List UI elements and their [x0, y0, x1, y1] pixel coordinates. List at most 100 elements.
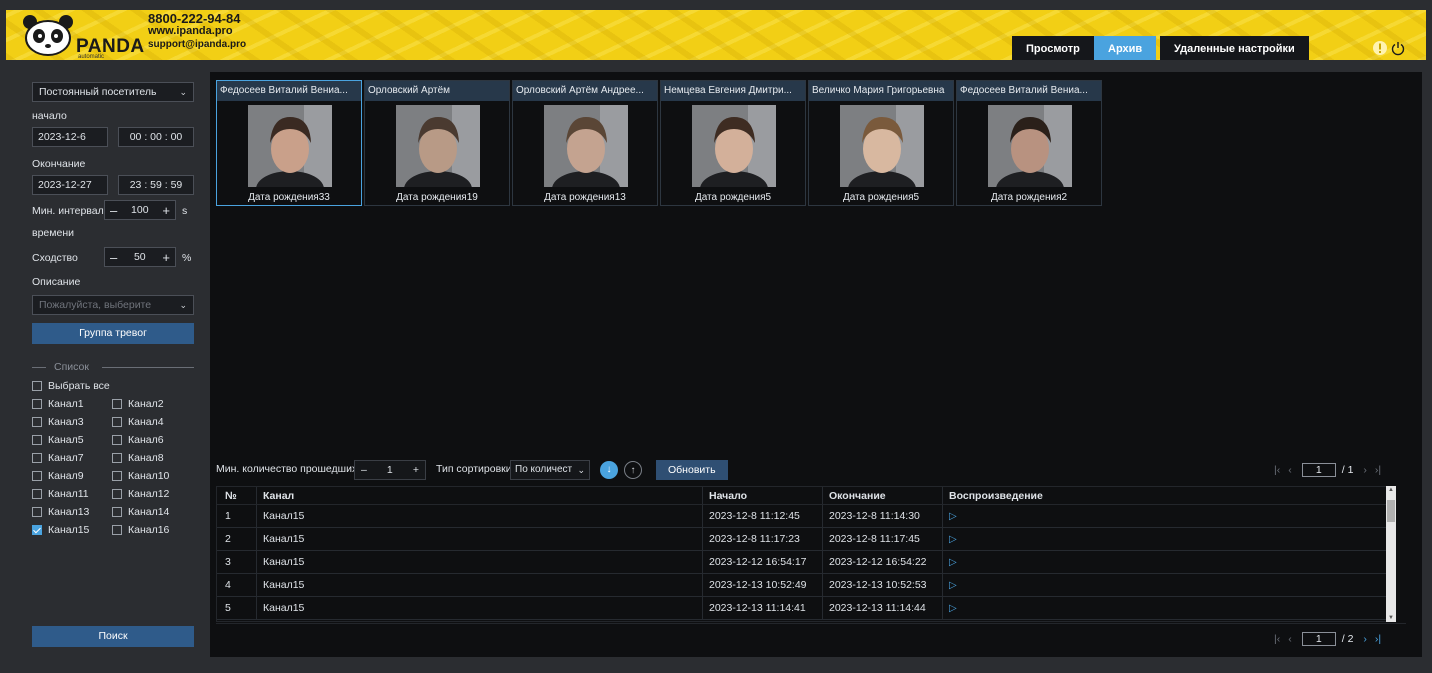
support-email[interactable]: support@ipanda.pro	[148, 38, 246, 51]
channel-checkbox[interactable]: Канал6	[112, 434, 164, 446]
increment-button[interactable]: +	[413, 464, 419, 476]
checkbox-box[interactable]	[32, 399, 42, 409]
checkbox-box[interactable]	[32, 489, 42, 499]
channel-checkbox[interactable]: Канал10	[112, 470, 169, 482]
refresh-button[interactable]: Обновить	[656, 460, 728, 480]
face-card[interactable]: Федосеев Виталий Вениа... Дата рождения2	[956, 80, 1102, 206]
face-card[interactable]: Орловский Артём Дата рождения19	[364, 80, 510, 206]
channel-checkbox[interactable]: Канал3	[32, 416, 84, 428]
table-row[interactable]: 2 Канал15 2023-12-8 11:17:23 2023-12-8 11:1…	[217, 528, 1387, 551]
play-icon[interactable]: ▷	[949, 557, 957, 568]
start-date-field[interactable]: 2023-12-6	[32, 127, 108, 147]
last-page-icon[interactable]: ›|	[1375, 464, 1381, 476]
increment-button[interactable]: +	[162, 250, 170, 265]
face-card[interactable]: Орловский Артём Андрее... Дата рождения13	[512, 80, 658, 206]
checkbox-box[interactable]	[112, 489, 122, 499]
visitor-type-select[interactable]: Постоянный посетитель ⌄	[32, 82, 194, 102]
description-select[interactable]: Пожалуйста, выберите ⌄	[32, 295, 194, 315]
table-row[interactable]: 3 Канал15 2023-12-12 16:54:17 2023-12-12 16…	[217, 551, 1387, 574]
channel-checkbox[interactable]: Канал7	[32, 452, 84, 464]
channel-checkbox[interactable]: Канал15	[32, 524, 89, 536]
channel-checkbox[interactable]: Канал5	[32, 434, 84, 446]
prev-page-icon[interactable]: ‹	[1288, 633, 1292, 645]
checkbox-box[interactable]	[32, 435, 42, 445]
scroll-up-icon[interactable]: ▲	[1386, 487, 1396, 493]
similarity-stepper[interactable]: – 50 +	[104, 247, 176, 267]
next-page-icon[interactable]: ›	[1363, 633, 1367, 645]
channel-checkbox[interactable]: Канал4	[112, 416, 164, 428]
website-link[interactable]: www.ipanda.pro	[148, 25, 246, 38]
channel-checkbox[interactable]: Канал16	[112, 524, 169, 536]
checkbox-box[interactable]	[112, 525, 122, 535]
checkbox-box[interactable]	[112, 507, 122, 517]
min-interval-value: 100	[131, 204, 149, 216]
channel-checkbox[interactable]: Канал13	[32, 506, 89, 518]
end-time-field[interactable]: 23 : 59 : 59	[118, 175, 194, 195]
select-all-checkbox[interactable]: Выбрать все	[32, 380, 110, 392]
power-icon[interactable]	[1390, 40, 1406, 56]
alarm-group-button[interactable]: Группа тревог	[32, 323, 194, 344]
table-scrollbar[interactable]: ▲ ▼	[1386, 486, 1396, 622]
table-row[interactable]: 4 Канал15 2023-12-13 10:52:49 2023-12-13 10…	[217, 574, 1387, 597]
checkbox-box[interactable]	[32, 381, 42, 391]
channel-checkbox[interactable]: Канал8	[112, 452, 164, 464]
checkbox-box[interactable]	[32, 507, 42, 517]
last-page-icon[interactable]: ›|	[1375, 633, 1381, 645]
sort-type-select[interactable]: По количест ⌄	[510, 460, 590, 480]
decrement-button[interactable]: –	[110, 203, 117, 218]
next-page-icon[interactable]: ›	[1363, 464, 1367, 476]
min-count-value: 1	[386, 464, 393, 476]
info-icon[interactable]	[1372, 40, 1388, 56]
checkbox-box[interactable]	[32, 525, 42, 535]
search-button[interactable]: Поиск	[32, 626, 194, 647]
channel-checkbox[interactable]: Канал9	[32, 470, 84, 482]
checkbox-box[interactable]	[112, 399, 122, 409]
page-input[interactable]: 1	[1301, 632, 1336, 646]
row-end: 2023-12-8 11:14:30	[823, 505, 943, 527]
list-divider: Список	[32, 361, 194, 373]
table-header: № Канал Начало Окончание Воспроизведение	[217, 487, 1387, 505]
face-card-name: Немцева Евгения Дмитри...	[661, 81, 805, 101]
checkbox-box[interactable]	[112, 471, 122, 481]
tab-view[interactable]: Просмотр	[1012, 36, 1094, 60]
end-date-field[interactable]: 2023-12-27	[32, 175, 108, 195]
checkbox-box[interactable]	[112, 435, 122, 445]
channel-checkbox[interactable]: Канал11	[32, 488, 89, 500]
checkbox-box[interactable]	[112, 453, 122, 463]
checkbox-box[interactable]	[32, 417, 42, 427]
min-count-stepper[interactable]: – 1 +	[354, 460, 426, 480]
table-row[interactable]: 5 Канал15 2023-12-13 11:14:41 2023-12-13 11…	[217, 597, 1387, 620]
scrollbar-thumb[interactable]	[1387, 500, 1395, 522]
increment-button[interactable]: +	[162, 203, 170, 218]
sort-ascending-icon[interactable]: ↑	[624, 461, 642, 479]
table-row[interactable]: 1 Канал15 2023-12-8 11:12:45 2023-12-8 11:1…	[217, 505, 1387, 528]
face-card[interactable]: Федосеев Виталий Вениа... Дата рождения33	[216, 80, 362, 206]
channel-label: Канал14	[128, 506, 170, 518]
prev-page-icon[interactable]: ‹	[1288, 464, 1292, 476]
checkbox-box[interactable]	[32, 453, 42, 463]
page-input[interactable]: 1	[1301, 463, 1336, 477]
play-icon[interactable]: ▷	[949, 511, 957, 522]
min-interval-stepper[interactable]: – 100 +	[104, 200, 176, 220]
face-card[interactable]: Величко Мария Григорьевна Дата рождения5	[808, 80, 954, 206]
checkbox-box[interactable]	[112, 417, 122, 427]
channel-checkbox[interactable]: Канал12	[112, 488, 169, 500]
sort-descending-icon[interactable]: ↓	[600, 461, 618, 479]
start-time-field[interactable]: 00 : 00 : 00	[118, 127, 194, 147]
scroll-down-icon[interactable]: ▼	[1386, 615, 1396, 621]
face-card[interactable]: Немцева Евгения Дмитри... Дата рождения5	[660, 80, 806, 206]
tab-archive[interactable]: Архив	[1094, 36, 1157, 60]
tab-remote-settings[interactable]: Удаленные настройки	[1160, 36, 1309, 60]
first-page-icon[interactable]: |‹	[1274, 464, 1280, 476]
play-icon[interactable]: ▷	[949, 534, 957, 545]
first-page-icon[interactable]: |‹	[1274, 633, 1280, 645]
face-card-name: Орловский Артём Андрее...	[513, 81, 657, 101]
decrement-button[interactable]: –	[361, 464, 367, 476]
decrement-button[interactable]: –	[110, 250, 117, 265]
play-icon[interactable]: ▷	[949, 580, 957, 591]
channel-checkbox[interactable]: Канал14	[112, 506, 169, 518]
play-icon[interactable]: ▷	[949, 603, 957, 614]
channel-checkbox[interactable]: Канал2	[112, 398, 164, 410]
channel-checkbox[interactable]: Канал1	[32, 398, 84, 410]
checkbox-box[interactable]	[32, 471, 42, 481]
